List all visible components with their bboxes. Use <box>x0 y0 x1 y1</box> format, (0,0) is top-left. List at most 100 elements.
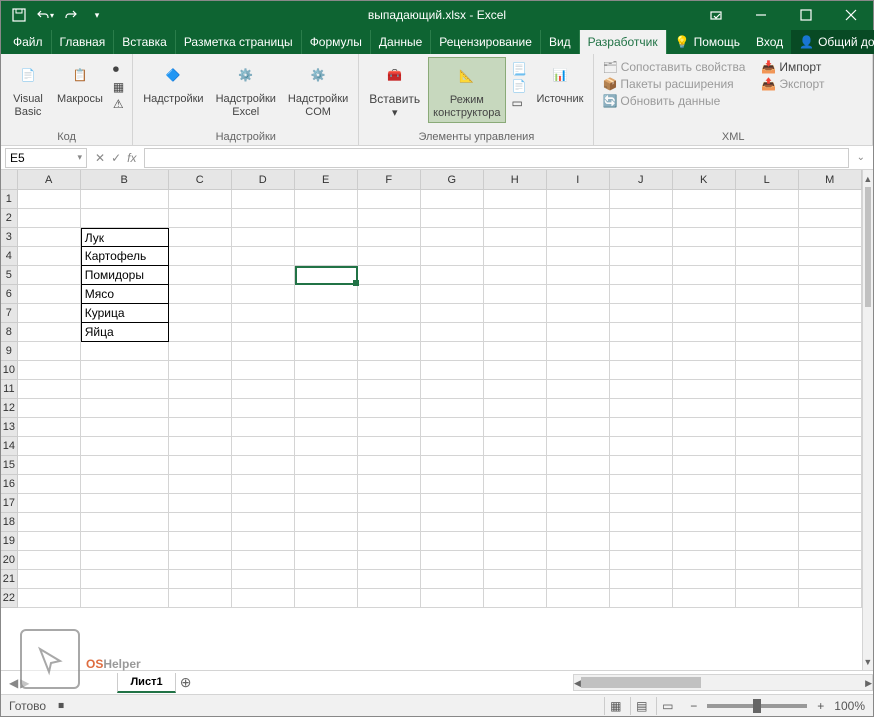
cell[interactable] <box>736 551 799 570</box>
cell[interactable] <box>358 266 421 285</box>
cell[interactable] <box>18 209 81 228</box>
cell[interactable] <box>421 304 484 323</box>
cell[interactable] <box>18 513 81 532</box>
cell[interactable] <box>799 513 862 532</box>
cell[interactable] <box>421 190 484 209</box>
cell[interactable] <box>421 418 484 437</box>
column-header[interactable]: H <box>484 170 547 190</box>
tab-help[interactable]: 💡Помощь <box>667 30 748 54</box>
cell[interactable] <box>81 513 169 532</box>
row-header[interactable]: 17 <box>1 494 18 513</box>
cell[interactable] <box>232 513 295 532</box>
cell[interactable] <box>358 209 421 228</box>
cell[interactable] <box>295 513 358 532</box>
cell[interactable] <box>799 456 862 475</box>
cell[interactable] <box>736 399 799 418</box>
cell[interactable] <box>358 247 421 266</box>
cell[interactable] <box>736 190 799 209</box>
cell[interactable] <box>673 551 736 570</box>
cell[interactable] <box>421 285 484 304</box>
cell[interactable] <box>169 266 232 285</box>
row-header[interactable]: 7 <box>1 304 18 323</box>
cell[interactable] <box>547 304 610 323</box>
refresh-data-button[interactable]: 🔄Обновить данные <box>600 93 747 109</box>
cell[interactable] <box>736 380 799 399</box>
macro-record-status-icon[interactable]: ⏹ <box>58 698 64 713</box>
cell[interactable] <box>295 589 358 608</box>
cell[interactable] <box>295 361 358 380</box>
row-header[interactable]: 15 <box>1 456 18 475</box>
cell[interactable] <box>421 475 484 494</box>
cell[interactable] <box>610 361 673 380</box>
cell[interactable] <box>799 323 862 342</box>
cell[interactable] <box>484 304 547 323</box>
close-icon[interactable] <box>828 1 873 29</box>
tab-layout[interactable]: Разметка страницы <box>176 30 302 54</box>
minimize-icon[interactable] <box>738 1 783 29</box>
cell[interactable] <box>610 190 673 209</box>
column-header[interactable]: E <box>295 170 358 190</box>
macro-security-button[interactable]: ⚠ <box>111 96 126 112</box>
cell[interactable] <box>421 513 484 532</box>
cell[interactable] <box>610 323 673 342</box>
cell[interactable] <box>18 304 81 323</box>
scroll-up-icon[interactable]: ▲ <box>863 170 873 187</box>
cell[interactable] <box>736 247 799 266</box>
column-header[interactable]: C <box>169 170 232 190</box>
cell[interactable] <box>81 494 169 513</box>
cell[interactable] <box>799 475 862 494</box>
column-header[interactable]: M <box>799 170 862 190</box>
cell[interactable] <box>169 513 232 532</box>
cell[interactable] <box>81 589 169 608</box>
cell[interactable] <box>81 380 169 399</box>
cell[interactable] <box>18 247 81 266</box>
cell[interactable] <box>673 380 736 399</box>
cell[interactable] <box>295 456 358 475</box>
column-header[interactable]: L <box>736 170 799 190</box>
properties-button[interactable]: 📃 <box>510 61 529 77</box>
hscroll-thumb[interactable] <box>581 677 701 688</box>
row-header[interactable]: 1 <box>1 190 18 209</box>
cell[interactable] <box>547 323 610 342</box>
cell[interactable] <box>169 323 232 342</box>
cell[interactable] <box>358 361 421 380</box>
cell[interactable] <box>799 266 862 285</box>
cell[interactable] <box>421 494 484 513</box>
tab-developer[interactable]: Разработчик <box>580 30 667 54</box>
cell[interactable] <box>673 323 736 342</box>
cell[interactable] <box>169 456 232 475</box>
cell[interactable] <box>484 190 547 209</box>
cell[interactable] <box>295 494 358 513</box>
cell[interactable] <box>610 513 673 532</box>
relative-ref-button[interactable]: ▦ <box>111 79 126 95</box>
cell[interactable] <box>673 228 736 247</box>
cell[interactable] <box>81 418 169 437</box>
vertical-scrollbar[interactable]: ▲ ▼ <box>862 170 873 670</box>
cell[interactable] <box>610 399 673 418</box>
cell[interactable] <box>18 589 81 608</box>
cell[interactable] <box>169 209 232 228</box>
cell[interactable] <box>18 494 81 513</box>
select-all-corner[interactable] <box>1 170 18 190</box>
cell[interactable] <box>736 494 799 513</box>
cell[interactable] <box>295 304 358 323</box>
cell[interactable] <box>610 589 673 608</box>
fx-icon[interactable]: fx <box>127 151 136 165</box>
cell[interactable] <box>799 437 862 456</box>
cell[interactable] <box>484 418 547 437</box>
sheet-nav-prev-icon[interactable]: ◀ <box>9 676 18 690</box>
cell[interactable] <box>18 361 81 380</box>
cell[interactable]: Лук <box>81 228 169 247</box>
cell[interactable] <box>799 228 862 247</box>
cell[interactable] <box>295 437 358 456</box>
sheet-tab[interactable]: Лист1 <box>117 673 175 693</box>
cell[interactable] <box>81 342 169 361</box>
column-header[interactable]: B <box>81 170 169 190</box>
cell[interactable] <box>358 456 421 475</box>
cell[interactable] <box>547 285 610 304</box>
cell[interactable] <box>18 323 81 342</box>
cell[interactable] <box>169 285 232 304</box>
cell[interactable] <box>421 551 484 570</box>
cell[interactable] <box>81 570 169 589</box>
cell[interactable] <box>232 247 295 266</box>
